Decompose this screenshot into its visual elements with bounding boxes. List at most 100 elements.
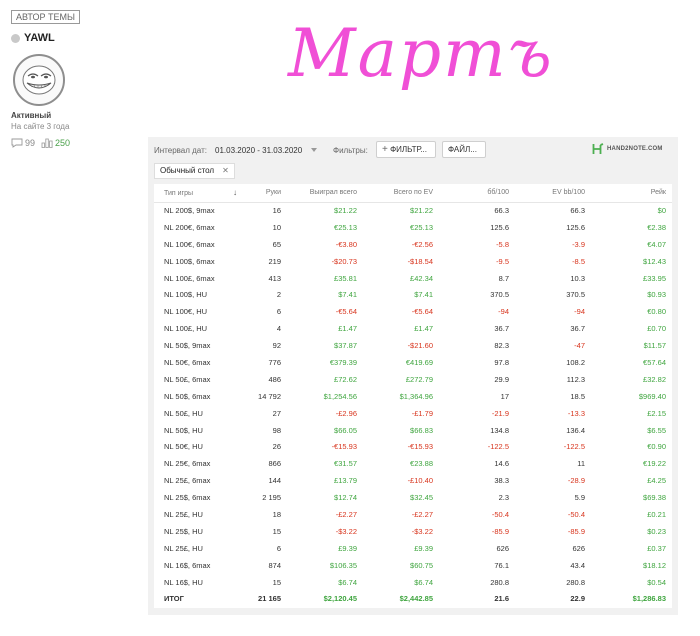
date-interval-select[interactable]: 01.03.2020 - 31.03.2020 xyxy=(215,146,302,155)
table-cell: -94 xyxy=(498,307,509,317)
table-cell: $969.40 xyxy=(638,391,666,401)
results-table-container: Тип игры ↓ Руки Выиграл всего Всего по EV… xyxy=(154,184,672,608)
table-row[interactable]: NL 100£, HU 4 £1.47 £1.47 36.7 36.7 £0.70 xyxy=(154,320,672,337)
table-cell: 16 xyxy=(272,206,281,216)
table-cell: £2.15 xyxy=(647,408,666,418)
tab-regular-table[interactable]: Обычный стол ✕ xyxy=(154,163,235,179)
table-cell: NL 50€, HU xyxy=(164,442,203,452)
table-row[interactable]: NL 50$, HU 98 $66.05 $66.83 134.8 136.4 $6.55 xyxy=(154,422,672,439)
table-cell: 4 xyxy=(276,324,281,334)
sort-arrow-icon[interactable]: ↓ xyxy=(233,188,237,197)
table-cell: £1.47 xyxy=(338,324,357,334)
table-cell: -94 xyxy=(574,307,585,317)
table-cell: $6.55 xyxy=(647,425,666,435)
column-header[interactable]: EV bb/100 xyxy=(515,184,591,203)
table-cell: 36.7 xyxy=(570,324,585,334)
table-cell: 2.3 xyxy=(498,493,509,503)
table-cell: 626 xyxy=(496,543,509,553)
table-cell: 17 xyxy=(500,391,509,401)
table-cell: NL 25£, HU xyxy=(164,509,203,519)
table-row[interactable]: NL 50€, 6max 776 €379.39 €419.69 97.8 108.2 €5… xyxy=(154,354,672,371)
table-row[interactable]: NL 50€, HU 26 -€15.93 -€15.93 -122.5 -122.5 €0… xyxy=(154,438,672,455)
table-cell: -47 xyxy=(574,341,585,351)
table-cell: 65 xyxy=(272,239,281,249)
author-line: YAWL xyxy=(11,32,55,44)
table-cell: 66.3 xyxy=(570,206,585,216)
table-total-row[interactable]: ИТОГ 21 165 $2,120.45 $2,442.85 21.6 22.9 $1,2… xyxy=(154,590,672,607)
table-row[interactable]: NL 100€, 6max 65 -€3.80 -€2.56 -5.8 -3.9 €4.07 xyxy=(154,236,672,253)
author-online: На сайте 3 года xyxy=(11,122,70,131)
filter-button[interactable]: + ФИЛЬТР... xyxy=(376,141,436,158)
table-cell: 29.9 xyxy=(494,374,509,384)
author-rank: Активный xyxy=(11,111,52,120)
status-dot-icon xyxy=(11,33,20,43)
table-row[interactable]: NL 100€, HU 6 -€5.64 -€5.64 -94 -94 €0.80 xyxy=(154,303,672,320)
table-cell: 134.8 xyxy=(490,425,509,435)
table-cell: €419.69 xyxy=(405,357,433,367)
table-row[interactable]: NL 200$, 9max 16 $21.22 $21.22 66.3 66.3 $0 xyxy=(154,202,672,219)
table-row[interactable]: NL 100$, HU 2 $7.41 $7.41 370.5 370.5 $0.93 xyxy=(154,286,672,303)
table-cell: $1,286.83 xyxy=(632,594,666,604)
table-cell: €19.22 xyxy=(643,459,666,469)
table-row[interactable]: NL 200€, 6max 10 €25.13 €25.13 125.6 125.6 €2.… xyxy=(154,219,672,236)
table-cell: $21.22 xyxy=(334,206,357,216)
table-cell: €2.38 xyxy=(647,222,666,232)
table-cell: NL 50£, 6max xyxy=(164,374,211,384)
table-cell: NL 16$, 6max xyxy=(164,560,211,570)
close-icon[interactable]: ✕ xyxy=(222,164,229,178)
author-name[interactable]: YAWL xyxy=(24,32,55,44)
table-row[interactable]: NL 50$, 6max 14 792 $1,254.56 $1,364.96 17 18… xyxy=(154,388,672,405)
table-cell: $7.41 xyxy=(414,290,433,300)
table-cell: €379.39 xyxy=(329,357,357,367)
table-row[interactable]: NL 50$, 9max 92 $37.87 -$21.60 82.3 -47 $11.57 xyxy=(154,337,672,354)
column-header[interactable]: Рейк xyxy=(591,184,672,203)
table-row[interactable]: NL 25€, 6max 866 €31.57 €23.88 14.6 11 €19.22 xyxy=(154,455,672,472)
table-cell: $0.23 xyxy=(647,526,666,536)
table-cell: £0.21 xyxy=(647,509,666,519)
column-header[interactable]: бб/100 xyxy=(439,184,515,203)
table-row[interactable]: NL 25£, HU 18 -£2.27 -£2.27 -50.4 -50.4 £0.21 xyxy=(154,506,672,523)
table-cell: -3.9 xyxy=(572,239,585,249)
column-header[interactable]: Тип игры ↓ xyxy=(154,184,242,203)
table-cell: $1,364.96 xyxy=(399,391,433,401)
table-row[interactable]: NL 50£, HU 27 -£2.96 -£1.79 -21.9 -13.3 £2.15 xyxy=(154,405,672,422)
table-cell: -$20.73 xyxy=(331,256,357,266)
table-cell: €0.90 xyxy=(647,442,666,452)
rating-stat[interactable]: 250 xyxy=(41,138,70,148)
table-cell: 92 xyxy=(272,341,281,351)
table-row[interactable]: NL 16$, 6max 874 $106.35 $60.75 76.1 43.4 $18.… xyxy=(154,557,672,574)
files-button[interactable]: ФАЙЛ... xyxy=(442,141,486,158)
table-cell: -£1.79 xyxy=(411,408,433,418)
table-cell: 136.4 xyxy=(566,425,585,435)
chevron-down-icon[interactable] xyxy=(311,148,317,152)
table-cell: -€15.93 xyxy=(407,442,433,452)
comments-stat[interactable]: 99 xyxy=(11,138,35,148)
table-row[interactable]: NL 100£, 6max 413 £35.81 £42.34 8.7 10.3 £33.9… xyxy=(154,270,672,287)
table-row[interactable]: NL 25$, 6max 2 195 $12.74 $32.45 2.3 5.9 $69.3… xyxy=(154,489,672,506)
table-cell: €0.80 xyxy=(647,307,666,317)
column-header[interactable]: Выиграл всего xyxy=(287,184,363,203)
table-cell: NL 200€, 6max xyxy=(164,222,215,232)
column-header[interactable]: Всего по EV xyxy=(363,184,439,203)
table-cell: £0.37 xyxy=(647,543,666,553)
table-row[interactable]: NL 16$, HU 15 $6.74 $6.74 280.8 280.8 $0.54 xyxy=(154,574,672,591)
table-cell: NL 100£, 6max xyxy=(164,273,215,283)
table-row[interactable]: NL 25£, 6max 144 £13.79 -£10.40 38.3 -28.9 £4.… xyxy=(154,472,672,489)
table-cell: 5.9 xyxy=(574,493,585,503)
table-cell: 6 xyxy=(276,307,281,317)
table-cell: $21.22 xyxy=(410,206,433,216)
table-cell: $32.45 xyxy=(410,493,433,503)
table-row[interactable]: NL 100$, 6max 219 -$20.73 -$18.54 -9.5 -8.5 $1… xyxy=(154,253,672,270)
column-header[interactable]: Руки xyxy=(242,184,287,203)
table-row[interactable]: NL 25$, HU 15 -$3.22 -$3.22 -85.9 -85.9 $0.23 xyxy=(154,523,672,540)
table-row[interactable]: NL 25£, HU 6 £9.39 £9.39 626 626 £0.37 xyxy=(154,540,672,557)
table-cell: -$3.22 xyxy=(335,526,357,536)
avatar[interactable] xyxy=(13,54,65,106)
table-cell: €25.13 xyxy=(334,222,357,232)
table-cell: 144 xyxy=(268,476,281,486)
table-cell: NL 25€, 6max xyxy=(164,459,211,469)
table-cell: -50.4 xyxy=(567,509,585,519)
table-cell: 11 xyxy=(577,459,585,469)
table-cell: 10 xyxy=(272,222,281,232)
table-row[interactable]: NL 50£, 6max 486 £72.62 £272.79 29.9 112.3 £32… xyxy=(154,371,672,388)
